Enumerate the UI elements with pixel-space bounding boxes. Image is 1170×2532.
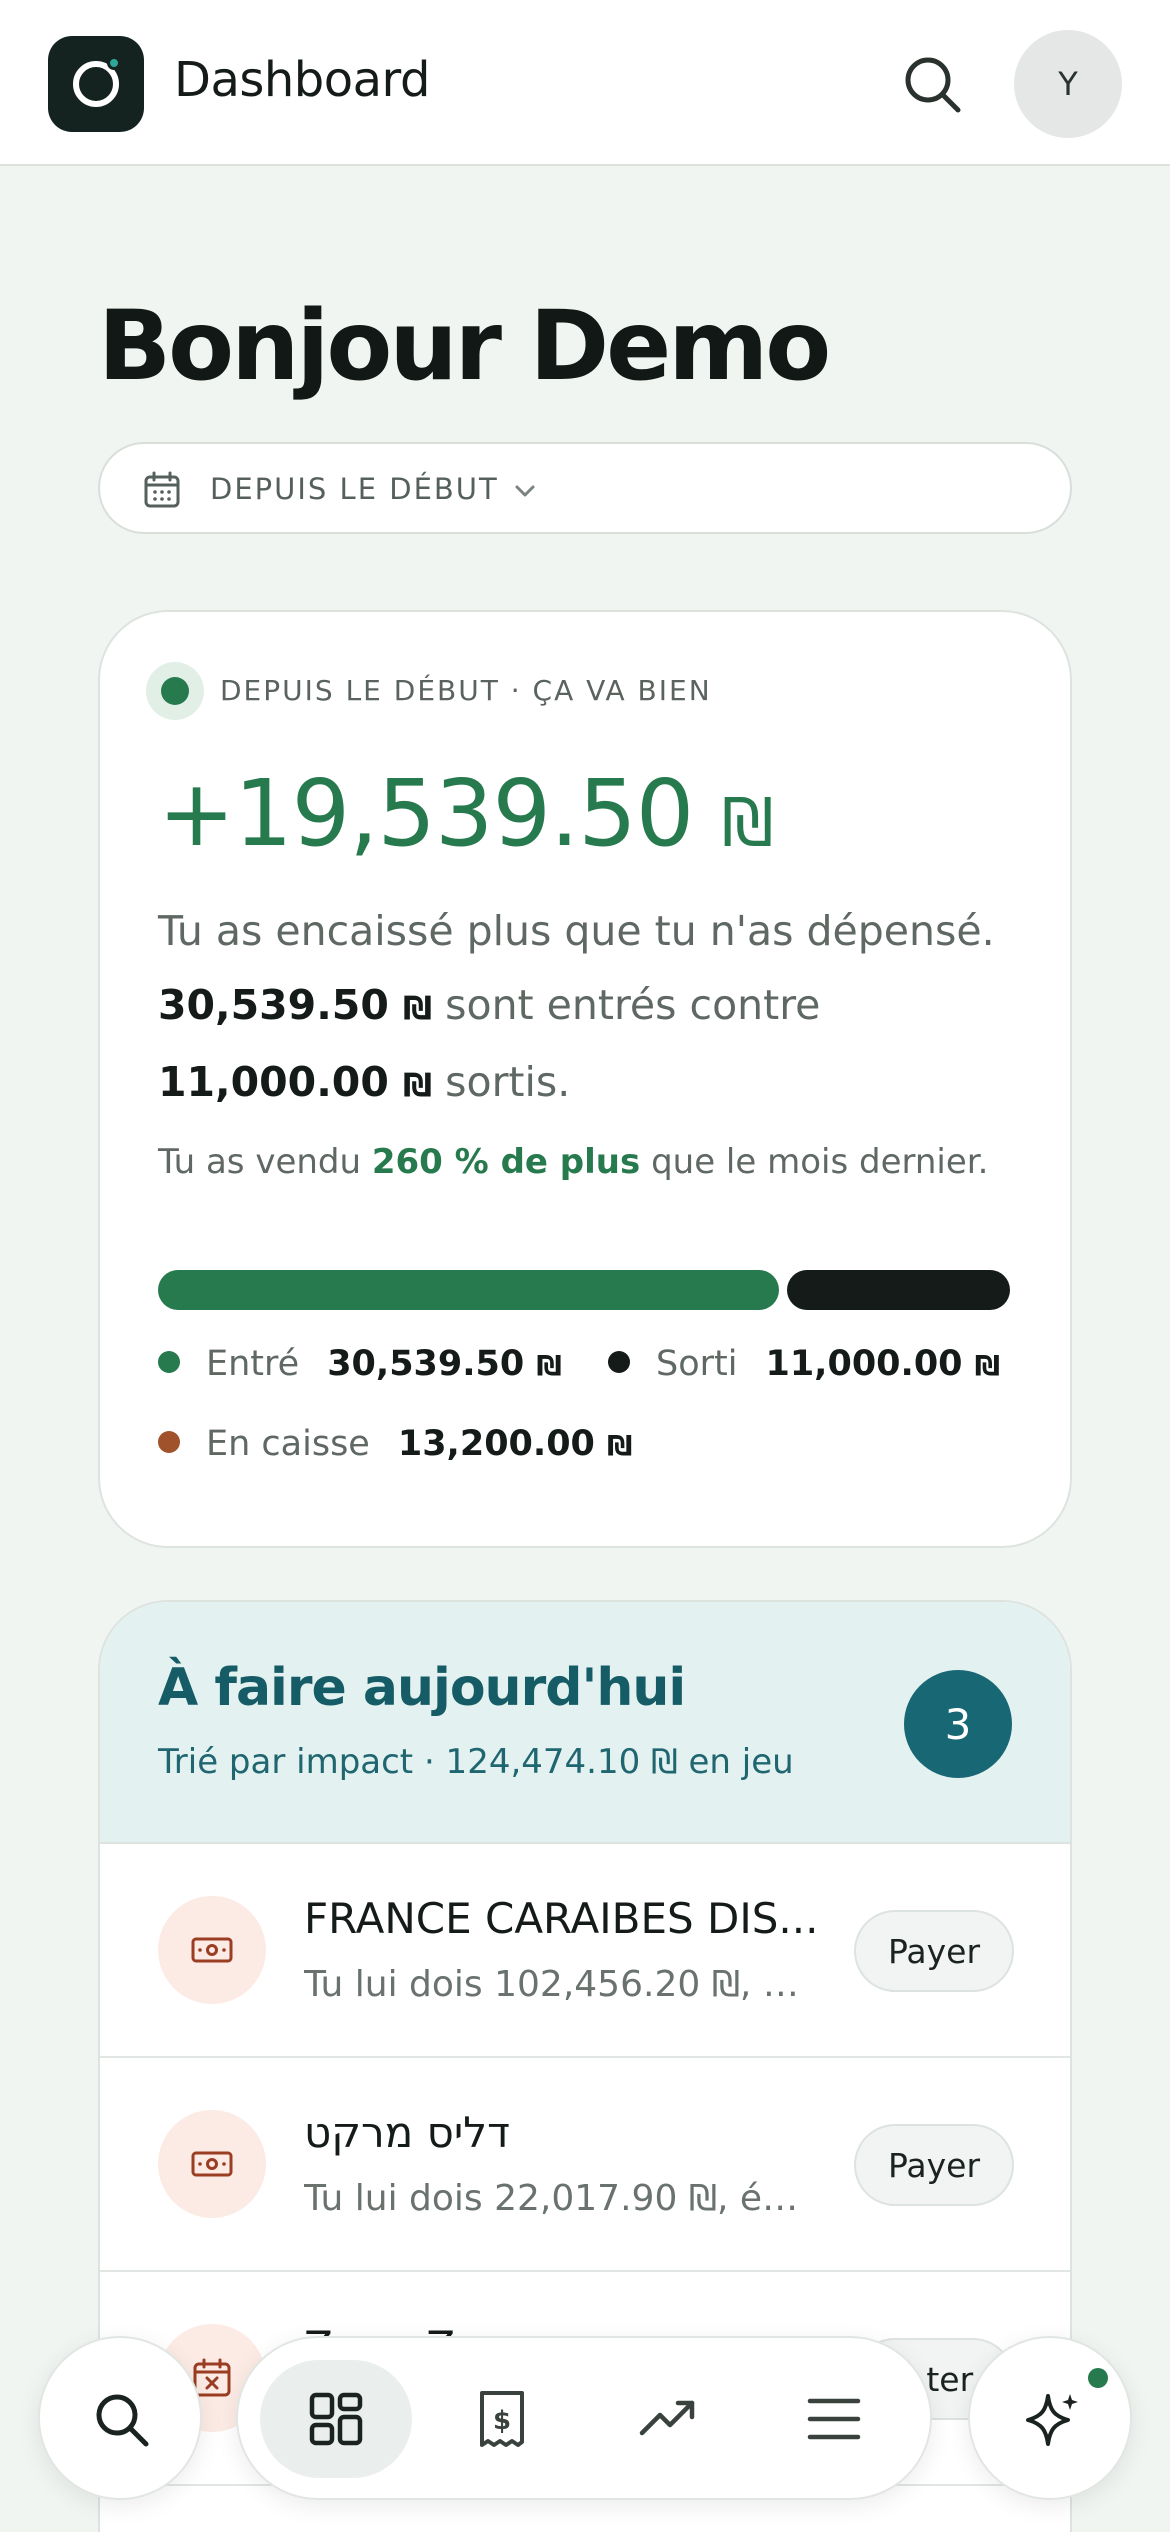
- todo-subtitle: Trié par impact · 124,474.10 ₪ en jeu: [158, 1742, 794, 1782]
- period-selector[interactable]: DEPUIS LE DÉBUT: [98, 442, 1072, 534]
- money-icon: [191, 1937, 233, 1963]
- todo-item-icon: [158, 1896, 266, 2004]
- page: Dashboard Y Bonjour Demo DEPUIS LE DÉBUT…: [0, 0, 1170, 2532]
- summary-end-text: sortis.: [445, 1058, 571, 1106]
- bar-segment-out: [787, 1270, 1010, 1310]
- money-icon: [191, 2151, 233, 2177]
- chevron-down-icon: [515, 485, 535, 497]
- net-amount-value: +19,539.50: [158, 760, 694, 867]
- todo-item[interactable]: דליס מרקט Tu lui dois 22,017.90 ₪, éch..…: [100, 2058, 1070, 2272]
- status-text: DEPUIS LE DÉBUT · ÇA VA BIEN: [220, 674, 712, 707]
- app-header: Dashboard Y: [0, 0, 1170, 166]
- status-dot-icon: [161, 677, 189, 705]
- receipt-icon: $: [480, 2391, 524, 2447]
- legend-in: Entré 30,539.50 ₪: [158, 1344, 562, 1384]
- in-amount-text: 30,539.50 ₪: [158, 981, 433, 1029]
- app-logo[interactable]: [48, 36, 144, 132]
- todo-item-title: דליס מרקט: [304, 2108, 511, 2157]
- todo-count-badge: 3: [904, 1670, 1012, 1778]
- todo-item-subtitle: Tu lui dois 102,456.20 ₪, éc...: [304, 1964, 814, 2005]
- summary-text: Tu as encaissé plus que tu n'as dépensé.…: [158, 894, 1038, 1122]
- net-amount: +19,539.50 ₪: [158, 760, 774, 867]
- summary-mid-text: sont entrés contre: [445, 981, 821, 1029]
- bottom-nav: $: [236, 2336, 932, 2500]
- summary-card: DEPUIS LE DÉBUT · ÇA VA BIEN +19,539.50 …: [98, 610, 1072, 1548]
- search-icon[interactable]: [900, 52, 966, 118]
- todo-header: À faire aujourd'hui Trié par impact · 12…: [100, 1602, 1070, 1844]
- summary-line-1: Tu as encaissé plus que tu n'as dépensé.: [158, 907, 995, 955]
- sales-highlight: 260 % de plus: [371, 1142, 641, 1182]
- todo-title: À faire aujourd'hui: [158, 1658, 686, 1718]
- pay-button[interactable]: Payer: [854, 2124, 1014, 2206]
- notification-dot: [1088, 2368, 1108, 2388]
- sparkle-icon: [1026, 2394, 1078, 2446]
- nav-trends[interactable]: [592, 2360, 744, 2478]
- search-fab[interactable]: [38, 2336, 202, 2500]
- search-icon: [96, 2394, 149, 2447]
- sales-comparison: Tu as vendu 260 % de plus que le mois de…: [158, 1142, 989, 1182]
- nav-dashboard[interactable]: [260, 2360, 412, 2478]
- menu-icon: [807, 2398, 861, 2440]
- todo-item-subtitle: Tu lui dois 22,017.90 ₪, éch...: [304, 2178, 814, 2219]
- calendar-icon: [144, 471, 180, 508]
- svg-text:$: $: [493, 2406, 511, 2436]
- legend-out: Sorti 11,000.00 ₪: [608, 1344, 1000, 1384]
- net-amount-currency: ₪: [721, 784, 774, 861]
- pay-button[interactable]: Payer: [854, 1910, 1014, 1992]
- out-amount-text: 11,000.00 ₪: [158, 1058, 433, 1106]
- todo-item[interactable]: FRANCE CARAIBES DIS... Tu lui dois 102,4…: [100, 1844, 1070, 2058]
- bar-segment-in: [158, 1270, 779, 1310]
- nav-invoices[interactable]: $: [426, 2360, 578, 2478]
- logo-dot-icon: [107, 56, 121, 70]
- avatar[interactable]: Y: [1014, 30, 1122, 138]
- in-out-bar: [158, 1270, 1010, 1310]
- out-dot-icon: [608, 1351, 630, 1373]
- todo-item-title: FRANCE CARAIBES DIS...: [304, 1894, 819, 1943]
- greeting-title: Bonjour Demo: [98, 290, 831, 402]
- cash-dot-icon: [158, 1431, 180, 1453]
- dashboard-icon: [309, 2392, 363, 2446]
- nav-menu[interactable]: [758, 2360, 910, 2478]
- assistant-fab[interactable]: [968, 2336, 1132, 2500]
- todo-item-icon: [158, 2110, 266, 2218]
- in-dot-icon: [158, 1351, 180, 1373]
- status-indicator: [146, 662, 204, 720]
- period-label: DEPUIS LE DÉBUT: [210, 472, 499, 506]
- legend-cash: En caisse 13,200.00 ₪: [158, 1424, 632, 1464]
- page-title: Dashboard: [174, 52, 430, 108]
- trend-icon: [639, 2400, 695, 2436]
